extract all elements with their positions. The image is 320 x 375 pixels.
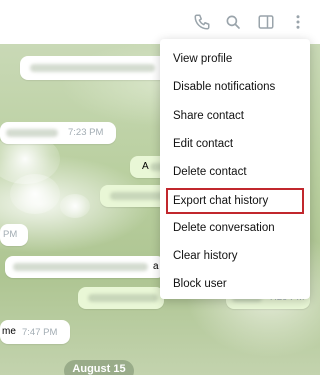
message-text: me	[2, 326, 16, 337]
message-time: 7:47 PM	[22, 327, 58, 338]
menu-item-disable-notifications[interactable]: Disable notifications	[166, 75, 304, 99]
search-icon[interactable]	[223, 12, 243, 32]
wallpaper-flower	[60, 194, 90, 218]
message-time: 7:23 PM	[68, 127, 104, 138]
message-text: a	[153, 261, 159, 272]
message-bubble[interactable]: 7:23 PM	[0, 122, 116, 144]
menu-item-clear-history[interactable]: Clear history	[166, 244, 304, 268]
message-text: A	[142, 161, 149, 172]
date-separator-label: August 15	[72, 363, 126, 375]
blurred-text	[30, 64, 155, 72]
phone-icon[interactable]	[192, 12, 212, 32]
chat-options-menu: View profile Disable notifications Share…	[160, 39, 310, 299]
blurred-text	[13, 263, 148, 271]
blurred-text	[6, 129, 58, 137]
message-time: PM	[3, 229, 18, 240]
more-vert-icon[interactable]	[288, 12, 308, 32]
menu-item-export-chat-history[interactable]: Export chat history	[166, 188, 304, 214]
message-bubble[interactable]: PM	[0, 224, 28, 246]
menu-item-delete-conversation[interactable]: Delete conversation	[166, 216, 304, 240]
date-separator: August 15	[64, 360, 134, 375]
message-bubble[interactable]	[78, 287, 164, 309]
sidebar-icon[interactable]	[256, 12, 276, 32]
blurred-text	[110, 192, 165, 200]
menu-item-share-contact[interactable]: Share contact	[166, 104, 304, 128]
chat-header	[0, 0, 320, 44]
menu-item-edit-contact[interactable]: Edit contact	[166, 132, 304, 156]
message-bubble[interactable]: me 7:47 PM	[0, 320, 70, 344]
menu-item-delete-contact[interactable]: Delete contact	[166, 160, 304, 184]
blurred-text	[88, 294, 158, 302]
menu-item-view-profile[interactable]: View profile	[166, 47, 304, 71]
message-bubble[interactable]: a	[5, 256, 165, 278]
menu-item-block-user[interactable]: Block user	[166, 272, 304, 296]
message-bubble[interactable]	[20, 56, 170, 80]
wallpaper-flower	[10, 174, 60, 214]
